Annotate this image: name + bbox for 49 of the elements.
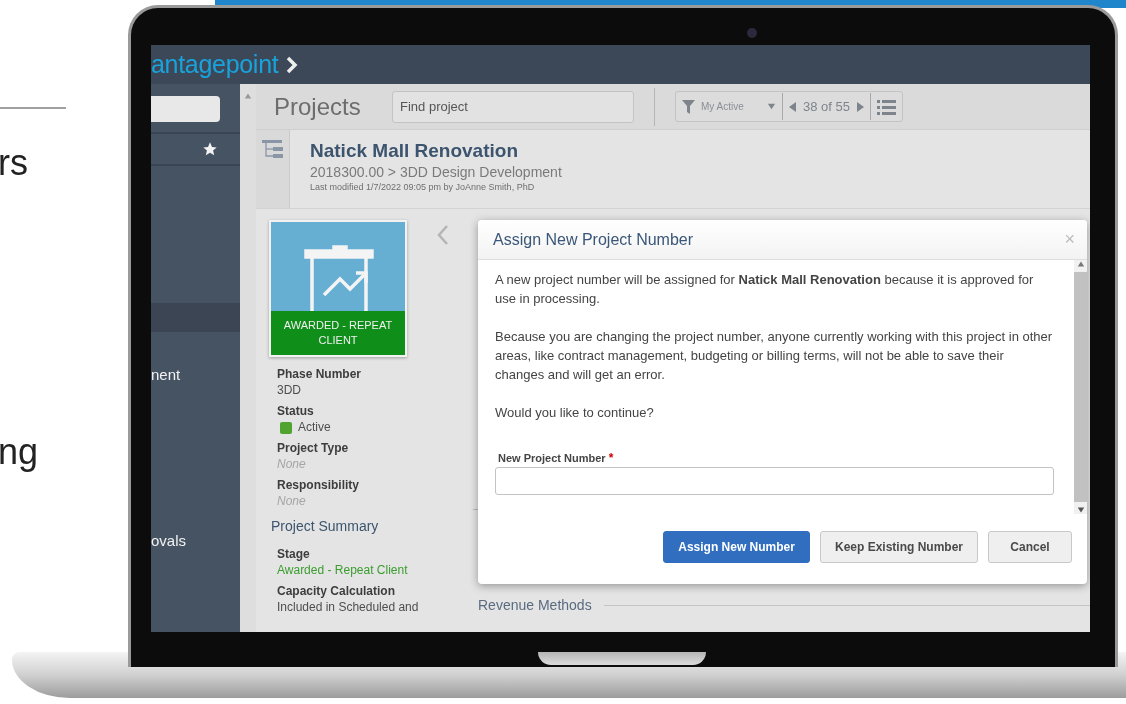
sidebar-item[interactable]: nent [151, 361, 181, 389]
field-value: 3DD [277, 382, 302, 399]
field-value: Included in Scheduled and [277, 599, 420, 616]
scrollbar[interactable] [1074, 260, 1087, 514]
primary-button[interactable]: Assign New Number [663, 531, 810, 563]
scroll-down-icon[interactable] [1076, 506, 1085, 514]
sidebar-search-field[interactable] [151, 96, 220, 122]
chevron-right-icon[interactable] [286, 55, 299, 74]
hierarchy-icon[interactable] [261, 140, 284, 158]
stage-banner: AWARDED - REPEAT CLIENT [271, 311, 405, 355]
camera-icon [747, 28, 757, 38]
field-value: Active [298, 419, 331, 436]
dialog-message: Would you like to continue? [495, 404, 655, 422]
secondary-button[interactable]: Cancel [988, 531, 1072, 563]
record-path: 2018300.00 > 3DD Design Development [310, 164, 562, 180]
field-label: Phase Number [277, 366, 363, 382]
required-icon: * [608, 451, 614, 465]
field-label: New Project Number * [497, 451, 615, 465]
secondary-button[interactable]: Keep Existing Number [819, 531, 978, 563]
record-title: Natick Mall Renovation [310, 140, 519, 162]
field-value: None [277, 456, 307, 473]
headline-fragment: rs [0, 143, 28, 183]
field-value: Awarded - Repeat Client [277, 562, 409, 579]
list-icon[interactable] [877, 98, 896, 115]
input-field[interactable] [495, 467, 1054, 495]
next-icon[interactable] [856, 101, 864, 112]
field-label: Capacity Calculation [277, 583, 397, 599]
filter-icon[interactable] [682, 99, 695, 114]
caret-down-icon[interactable] [767, 102, 776, 111]
dialog-message: Because you are changing the project number, anyone currently working with this project in other areas, like contract management, budgeting or billing terms, will not be able to save their changes and will get an error. [495, 328, 1054, 384]
field-label: Status [277, 403, 315, 419]
field-label: Project Type [277, 440, 350, 456]
headline-fragment: ng [0, 432, 39, 472]
sidebar-item[interactable]: ovals [151, 527, 187, 555]
field-value: None [277, 493, 307, 510]
dialog-title: Assign New Project Number [493, 230, 694, 249]
search-field[interactable]: Find project [392, 90, 634, 123]
scroll-up-icon[interactable] [244, 92, 252, 100]
field-label: Stage [277, 546, 311, 562]
pager-count: 38 of 55 [803, 99, 850, 114]
field-label: Responsibility [277, 477, 360, 493]
star-icon[interactable] [202, 141, 218, 157]
section-heading: Project Summary [271, 518, 380, 534]
section-heading: Revenue Methods [478, 597, 592, 613]
dialog-message: A new project number will be assigned for Natick Mall Renovation because it is approved for use in processing. [495, 271, 1035, 308]
chevron-left-icon[interactable] [437, 224, 449, 246]
previous-icon[interactable] [789, 101, 797, 112]
modified-note: Last modified 1/7/2022 09:05 pm by JoAnne Smith, PhD [310, 182, 536, 192]
page-title: Projects [274, 92, 362, 121]
